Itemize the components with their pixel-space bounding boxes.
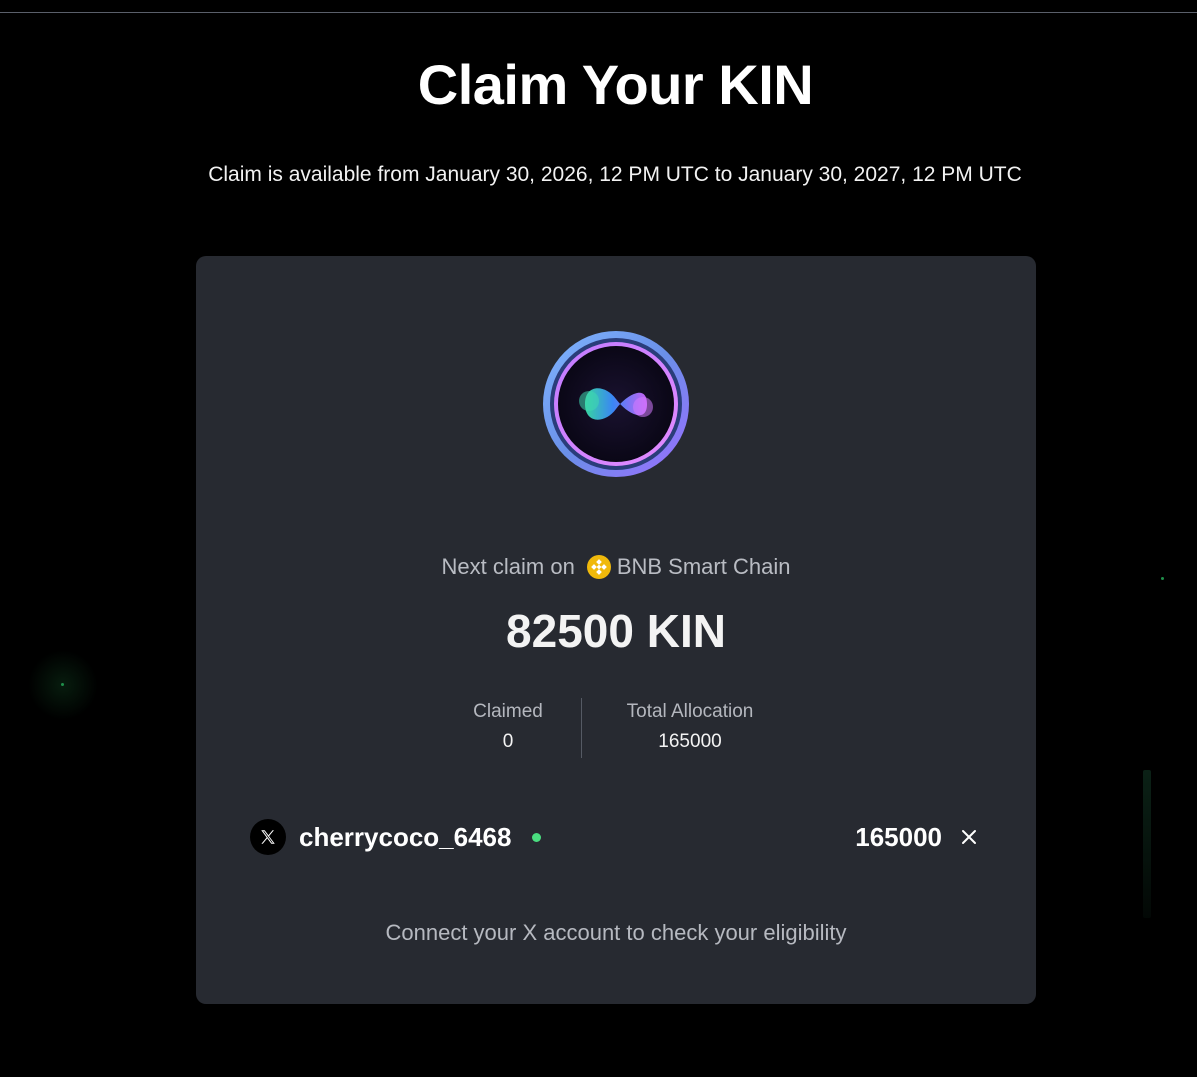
claim-stats: Claimed 0 Total Allocation 165000 [196, 696, 1036, 760]
disconnect-button[interactable] [954, 822, 984, 852]
stat-total-label: Total Allocation [626, 701, 754, 722]
x-logo-glyph [261, 830, 275, 844]
close-icon [962, 830, 976, 844]
connect-x-prompt: Connect your X account to check your eli… [385, 920, 847, 945]
next-claim-label: Next claim on [441, 554, 575, 579]
account-username: cherrycoco_6468 [299, 822, 512, 852]
stat-claimed: Claimed 0 [458, 698, 558, 758]
stat-total-value: 165000 [658, 731, 722, 752]
x-logo-icon [250, 819, 286, 855]
account-allocation-amount: 165000 [855, 822, 942, 852]
online-status-dot [532, 833, 541, 842]
stats-divider [581, 698, 582, 758]
bnb-chain-icon [586, 555, 611, 579]
top-divider [0, 12, 1197, 13]
claim-card: Next claim on BNB Smart Chain 82500 KIN … [196, 256, 1036, 1004]
page-title: Claim Your KIN [417, 53, 814, 116]
background-dot [61, 683, 64, 686]
background-bar-right [1143, 770, 1151, 918]
infinity-token-logo-icon [543, 331, 689, 477]
stat-claimed-label: Claimed [473, 701, 543, 722]
connected-account-row: cherrycoco_6468 165000 [250, 818, 984, 855]
next-claim-line: Next claim on BNB Smart Chain [196, 554, 1036, 580]
claim-page: Claim Your KIN Claim is available from J… [0, 0, 1197, 1077]
stat-total-allocation: Total Allocation 165000 [610, 698, 770, 758]
chain-name: BNB Smart Chain [616, 554, 791, 579]
background-dot-right [1161, 577, 1164, 580]
next-claim-amount: 82500 KIN [506, 605, 726, 657]
claim-window-text: Claim is available from January 30, 2026… [208, 163, 1022, 186]
stat-claimed-value: 0 [502, 731, 514, 752]
